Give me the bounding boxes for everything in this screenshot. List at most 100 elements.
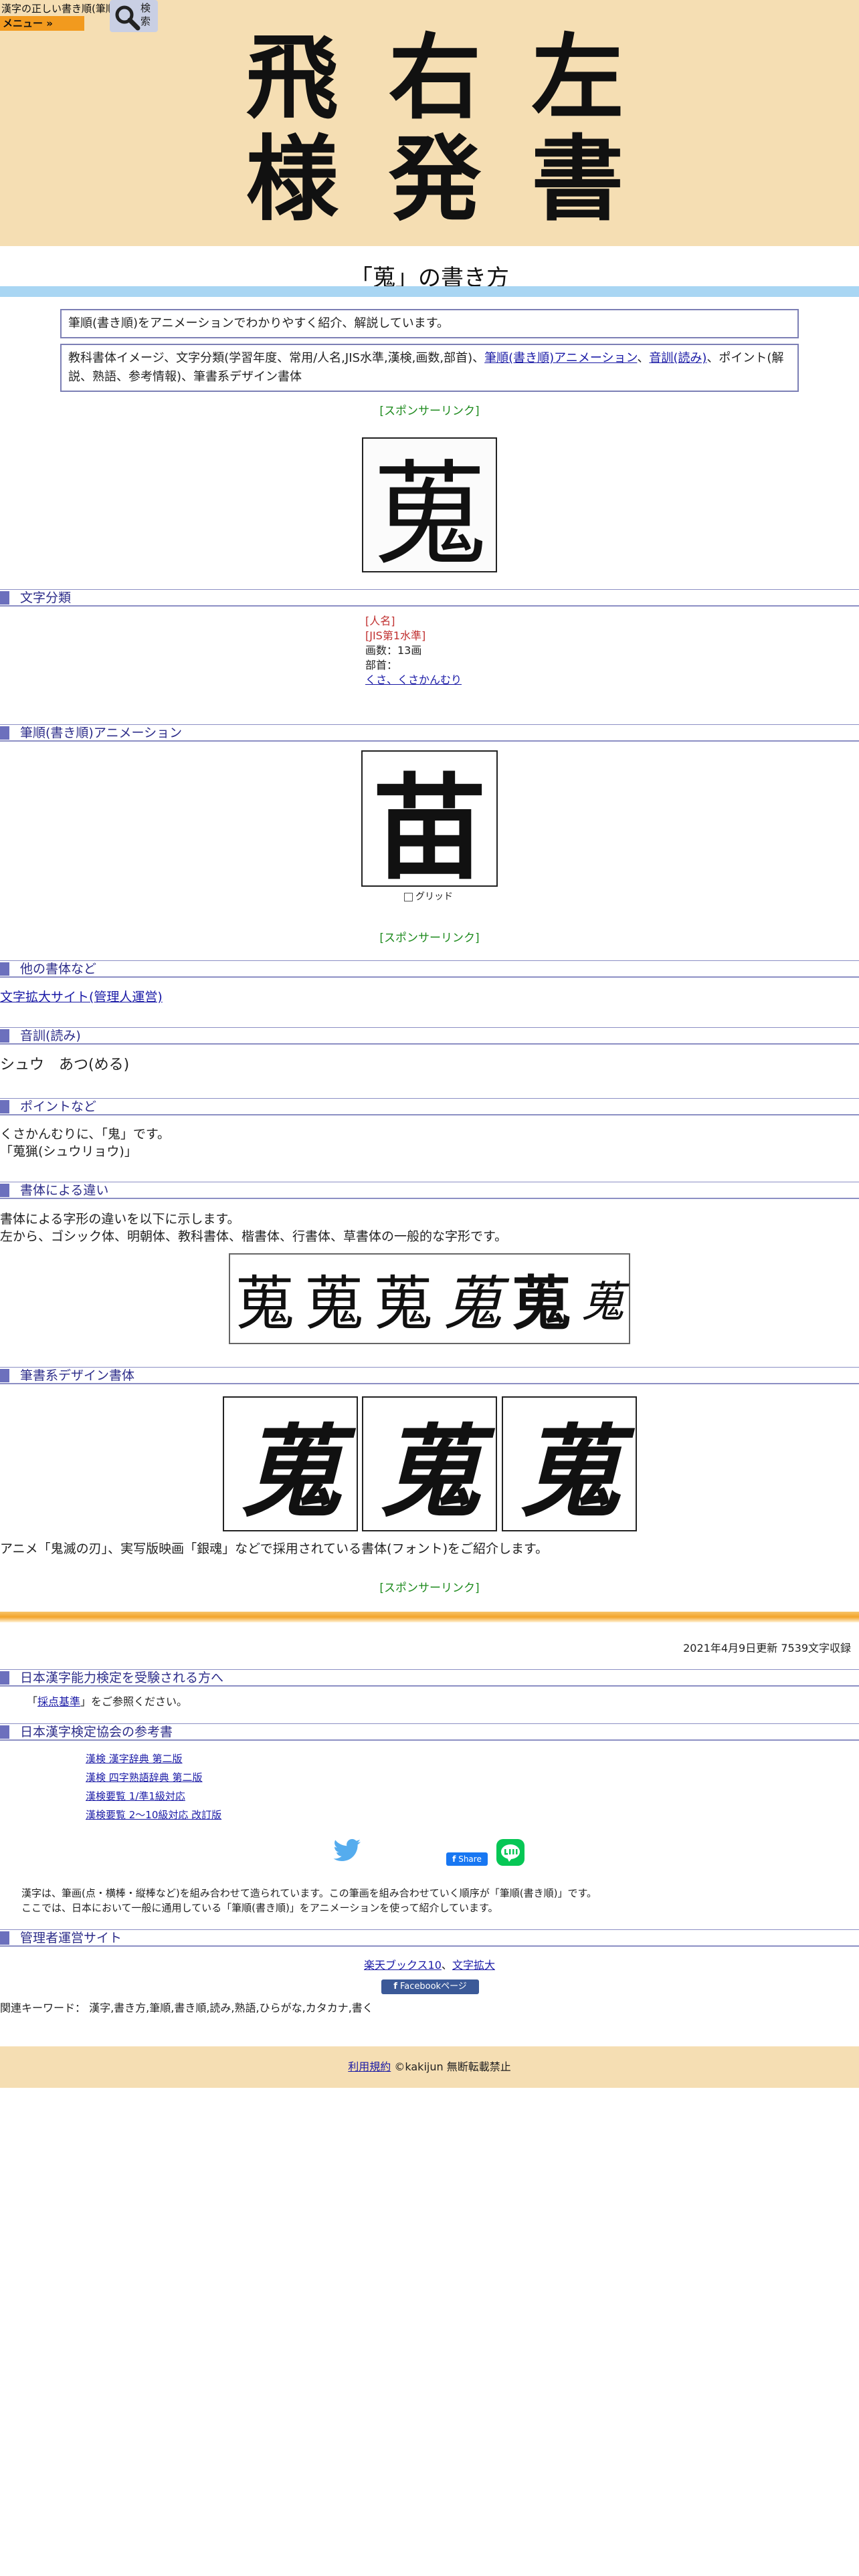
contents-link-reading[interactable]: 音訓(読み) <box>649 351 706 365</box>
fb-page-label: Facebookページ <box>399 1981 467 1992</box>
stroke-count: 画数：13画 <box>365 644 422 657</box>
line-logo <box>501 1844 520 1862</box>
design-glyph: 蒐 <box>518 1414 619 1531</box>
kanji-image: 蒐 <box>362 437 497 582</box>
tag-jis[interactable]: [JIS第1水準] <box>365 629 425 642</box>
sponsor-link[interactable]: [スポンサーリンク] <box>0 928 859 945</box>
classification-block: [人名] [JIS第1水準] 画数：13画 部首： くさ、くさかんむり <box>365 614 462 687</box>
design-glyph: 蒐 <box>240 1413 341 1531</box>
admin-sep: 、 <box>441 1959 452 1971</box>
font-sample-gothic: 蒐 <box>235 1269 294 1338</box>
section-title: 管理者運営サイト <box>20 1931 122 1945</box>
contents-sep: 、 <box>637 351 650 365</box>
font-sample-sosho: 蒐 <box>581 1278 624 1327</box>
intro-text: 筆順(書き順)をアニメーションでわかりやすく紹介、解説しています。 <box>68 316 449 330</box>
stroke-animation[interactable]: 苗 <box>361 750 498 895</box>
section-marker <box>0 1671 9 1685</box>
section-title: 筆順(書き順)アニメーション <box>20 726 183 740</box>
update-info: 2021年4月9日更新 7539文字収録 <box>683 1642 851 1654</box>
kanji-glyph: 蒐 <box>372 449 486 582</box>
fb-share-label: Share <box>458 1854 482 1864</box>
contents-text: 教科書体イメージ、文字分類(学習年度、常用/人名,JIS水準,漢検,画数,部首)… <box>68 351 485 365</box>
section-marker <box>0 1029 9 1043</box>
sponsor-link[interactable]: [スポンサーリンク] <box>0 1578 859 1595</box>
site-name[interactable]: 漢字の正しい書き順(筆順) <box>1 1 120 15</box>
font-enlarge-link[interactable]: 文字拡大サイト(管理人運営) <box>0 990 163 1004</box>
font-comparison-image: 蒐 蒐 蒐 蒐 蒐 蒐 <box>229 1253 630 1344</box>
kentei-text: 「採点基準」をご参照ください。 <box>27 1693 187 1711</box>
title-stripe <box>0 286 859 297</box>
facebook-page-button[interactable]: f Facebookページ <box>381 1979 479 1994</box>
tag-jinmei[interactable]: [人名] <box>365 615 395 627</box>
checkbox-box[interactable] <box>404 892 413 901</box>
section-title: 日本漢字検定協会の参考書 <box>20 1725 173 1739</box>
search-icon <box>115 5 140 31</box>
about-line: 漢字は、筆画(点・横棒・縦棒など)を組み合わせて造られています。この筆画を組み合… <box>21 1887 597 1899</box>
section-books: 日本漢字検定協会の参考書 <box>0 1723 859 1741</box>
kentei-after: 」をご参照ください。 <box>80 1695 188 1708</box>
logo-char: 発 <box>388 124 481 233</box>
design-font-sample-2: 蒐 <box>362 1396 497 1531</box>
search-button[interactable]: 検索 <box>110 0 158 32</box>
animation-glyph: 苗 <box>372 762 486 895</box>
section-font-diff: 書体による違い <box>0 1182 859 1199</box>
logo-char: 書 <box>531 124 624 233</box>
section-marker <box>0 1184 9 1197</box>
section-title: 日本漢字能力検定を受験される方へ <box>20 1671 224 1685</box>
font-diff-text: 書体による字形の違いを以下に示します。 左から、ゴシック体、明朝体、教科書体、楷… <box>0 1210 507 1245</box>
facebook-icon: f <box>452 1854 456 1864</box>
kentei-before: 「 <box>27 1695 38 1708</box>
section-title: ポイントなど <box>20 1099 97 1114</box>
char-enlarge-link[interactable]: 文字拡大 <box>452 1959 495 1971</box>
sponsor-link[interactable]: [スポンサーリンク] <box>0 401 859 418</box>
section-title: 文字分類 <box>20 591 72 605</box>
logo-char: 左 <box>531 23 624 132</box>
point-line: 「蒐猟(シュウリョウ)」 <box>0 1144 137 1159</box>
section-point: ポイントなど <box>0 1098 859 1115</box>
site-logo[interactable]: 飛 右 左 様 発 書 <box>221 27 649 234</box>
admin-links: 楽天ブックス10、文字拡大 <box>0 1957 859 1974</box>
contents-link-animation[interactable]: 筆順(書き順)アニメーション <box>484 351 637 365</box>
terms-link[interactable]: 利用規約 <box>348 2060 391 2073</box>
point-line: くさかんむりに、「鬼」です。 <box>0 1127 171 1142</box>
section-title: 他の書体など <box>20 962 97 976</box>
reading-text: シュウ あつ(める) <box>0 1057 130 1073</box>
section-kentei: 日本漢字能力検定を受験される方へ <box>0 1669 859 1687</box>
related-keywords: 関連キーワード： 漢字,書き方,筆順,書き順,読み,熟語,ひらがな,カタカナ,書… <box>0 2002 373 2014</box>
grid-checkbox[interactable]: グリッド <box>404 889 453 903</box>
design-glyph: 蒐 <box>379 1418 480 1529</box>
line-icon[interactable] <box>496 1839 524 1866</box>
facebook-icon: f <box>393 1981 397 1992</box>
radical-link[interactable]: くさ、くさかんむり <box>365 673 462 686</box>
point-text: くさかんむりに、「鬼」です。 「蒐猟(シュウリョウ)」 <box>0 1125 170 1160</box>
font-sample-textbook: 蒐 <box>373 1272 433 1337</box>
logo-char: 飛 <box>246 23 339 132</box>
twitter-icon[interactable] <box>333 1839 361 1863</box>
font-sample-gyosho: 蒐 <box>511 1268 571 1338</box>
section-title: 音訓(読み) <box>20 1029 81 1043</box>
book-link[interactable]: 漢検 漢字辞典 第二版 <box>86 1753 183 1765</box>
section-title: 書体による違い <box>20 1183 109 1198</box>
intro-box: 筆順(書き順)をアニメーションでわかりやすく紹介、解説しています。 <box>60 309 799 338</box>
book-link[interactable]: 漢検要覧 2～10級対応 改訂版 <box>86 1809 221 1821</box>
radical-label: 部首： <box>365 659 398 671</box>
section-marker <box>0 962 9 976</box>
facebook-share-button[interactable]: f Share <box>446 1852 488 1866</box>
font-sample-kaisho: 蒐 <box>442 1272 502 1337</box>
book-link[interactable]: 漢検要覧 1/準1級対応 <box>86 1790 185 1802</box>
section-design-font: 筆書系デザイン書体 <box>0 1367 859 1384</box>
scoring-criteria-link[interactable]: 採点基準 <box>37 1695 80 1708</box>
rakuten-books-link[interactable]: 楽天ブックス10 <box>364 1959 442 1971</box>
grid-label: グリッド <box>415 891 453 902</box>
font-sample-mincho: 蒐 <box>304 1269 363 1338</box>
section-title: 筆書系デザイン書体 <box>20 1368 135 1383</box>
book-list: 漢検 漢字辞典 第二版 漢検 四字熟語辞典 第二版 漢検要覧 1/準1級対応 漢… <box>86 1749 221 1824</box>
section-marker <box>0 1369 9 1382</box>
design-font-sample-3: 蒐 <box>502 1396 637 1531</box>
section-classification: 文字分類 <box>0 589 859 607</box>
contents-box: 教科書体イメージ、文字分類(学習年度、常用/人名,JIS水準,漢検,画数,部首)… <box>60 344 799 392</box>
section-other-fonts: 他の書体など <box>0 960 859 978</box>
section-marker <box>0 726 9 740</box>
menu-button[interactable]: メニュー » <box>0 16 84 31</box>
book-link[interactable]: 漢検 四字熟語辞典 第二版 <box>86 1772 203 1784</box>
